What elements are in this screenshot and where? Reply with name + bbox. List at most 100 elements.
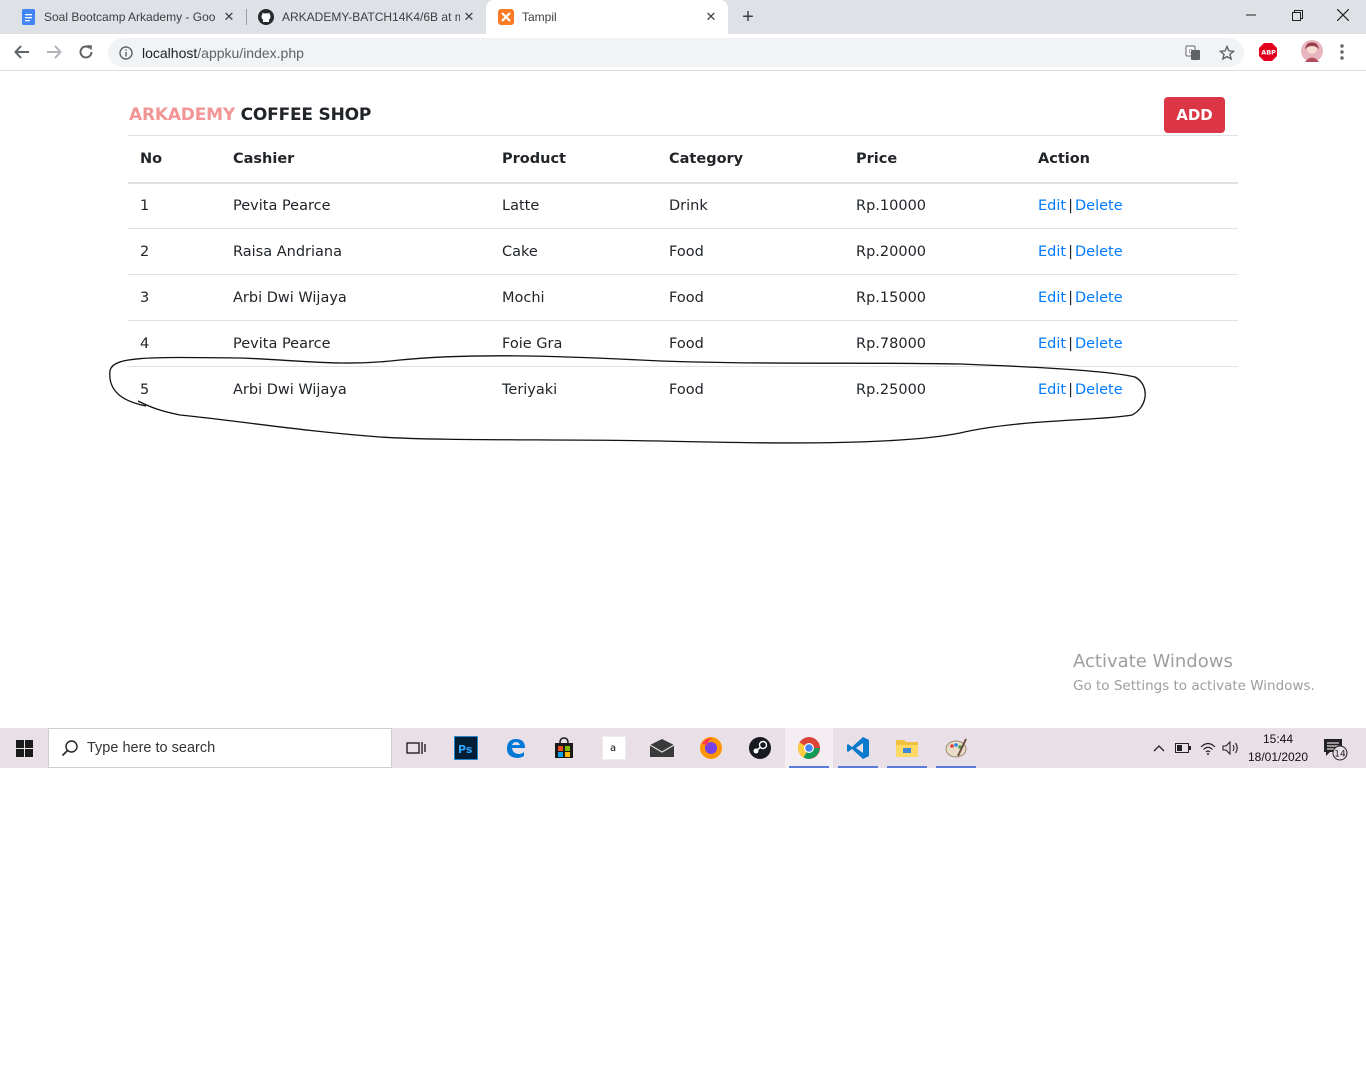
google-docs-icon [20,9,36,25]
store-icon[interactable] [540,728,588,768]
delete-link[interactable]: Delete [1075,336,1123,352]
show-hidden-icons-icon[interactable] [1150,728,1168,768]
navbar-brand[interactable]: ARKADEMY COFFEE SHOP [129,105,371,125]
column-header-no: No [128,135,221,184]
windows-start-icon[interactable] [0,728,48,768]
cell-product: Teriyaki [502,381,558,398]
activate-windows-watermark: Activate Windows Go to Settings to activ… [1073,651,1315,694]
photoshop-icon[interactable]: Ps [442,728,490,768]
cell-category: Food [657,274,844,321]
cell-no: 4 [128,320,221,367]
blank-area [0,768,1366,1082]
info-icon[interactable] [118,45,134,61]
amazon-icon[interactable]: a [590,728,638,768]
cell-action: Edit | Delete [1026,367,1238,413]
clock-date: 18/01/2020 [1247,750,1309,764]
cell-product: Latte [490,182,657,229]
cell-product: Cake [490,228,657,275]
forward-icon[interactable] [42,40,66,64]
steam-icon[interactable] [736,728,784,768]
delete-link[interactable]: Delete [1075,198,1123,214]
mail-icon[interactable] [638,728,686,768]
table-row: 3 Arbi Dwi Wijaya Mochi Food Rp.15000 Ed… [128,274,1238,321]
url-path: /appku/index.php [197,44,304,61]
cell-category: Drink [657,182,844,229]
tab-title: Tampil [522,10,557,24]
battery-icon[interactable] [1173,728,1193,768]
cell-action: Edit | Delete [1026,182,1238,229]
url-host: localhost [142,44,198,61]
profile-avatar-icon[interactable] [1301,40,1323,62]
file-explorer-icon[interactable] [883,728,931,768]
search-placeholder: Type here to search [87,740,216,756]
delete-link[interactable]: Delete [1075,244,1123,260]
delete-link[interactable]: Delete [1075,382,1123,398]
page-content: ARKADEMY COFFEE SHOP ADD No Cashier Prod… [0,71,1366,728]
column-header-price: Price [844,135,1026,184]
action-separator: | [1068,289,1073,306]
action-separator: | [1068,197,1073,214]
close-tab-icon[interactable]: ✕ [460,8,478,26]
close-tab-icon[interactable]: ✕ [702,8,720,26]
edit-link[interactable]: Edit [1038,244,1066,260]
table-row: 5 Arbi Dwi Wijaya Teriyaki Food Rp.25000… [128,367,1238,413]
edge-icon[interactable] [492,728,540,768]
svg-text:G: G [1189,49,1194,56]
minimize-icon[interactable] [1228,0,1274,30]
action-separator: | [1068,243,1073,260]
tab-github[interactable]: ARKADEMY-BATCH14K4/6B at m ✕ [238,0,486,34]
cell-cashier: Pevita Pearce [221,320,490,367]
notification-center-icon[interactable]: 14 [1318,736,1350,762]
column-header-category: Category [657,135,844,184]
firefox-icon[interactable] [687,728,735,768]
edit-link[interactable]: Edit [1038,290,1066,306]
github-icon [258,9,274,25]
url-text: localhost/appku/index.php [142,45,304,61]
back-icon[interactable] [10,40,34,64]
restore-icon[interactable] [1274,0,1320,30]
search-icon [61,740,78,757]
taskbar-clock[interactable]: 15:44 18/01/2020 [1240,730,1316,766]
table-row: 1 Pevita Pearce Latte Drink Rp.10000 Edi… [128,182,1238,229]
watermark-title: Activate Windows [1073,651,1233,672]
wifi-icon[interactable] [1198,728,1218,768]
watermark-subtitle: Go to Settings to activate Windows. [1073,678,1315,694]
cell-product: Foie Gra [490,320,657,367]
menu-dots-icon[interactable] [1336,42,1348,62]
cell-category: Food [657,228,844,275]
new-tab-button[interactable]: + [736,5,760,29]
clock-time: 15:44 [1262,732,1294,746]
cell-cashier: Arbi Dwi Wijaya [233,381,347,398]
taskbar-search-input[interactable]: Type here to search [48,728,392,768]
close-window-icon[interactable] [1320,0,1366,30]
paint-icon[interactable] [932,728,980,768]
star-icon[interactable] [1218,44,1236,62]
cell-cashier: Pevita Pearce [221,182,490,229]
cell-price: Rp.25000 [856,381,927,398]
task-view-icon[interactable] [392,728,440,768]
cell-price: Rp.20000 [844,228,1026,275]
address-bar[interactable]: localhost/appku/index.php G [108,38,1244,67]
vscode-icon[interactable] [834,728,882,768]
tab-title: ARKADEMY-BATCH14K4/6B at m [282,10,460,24]
cell-category: Food [669,381,704,398]
orders-table: No Cashier Product Category Price Action… [128,135,1238,413]
action-separator: | [1068,335,1073,352]
add-button[interactable]: ADD [1164,97,1225,133]
cell-action: Edit | Delete [1026,320,1238,367]
translate-icon[interactable]: G [1184,44,1202,62]
edit-link[interactable]: Edit [1038,382,1066,398]
delete-link[interactable]: Delete [1075,290,1123,306]
xampp-icon [498,9,514,25]
tab-tampil[interactable]: Tampil ✕ [486,0,728,34]
adblock-plus-icon[interactable]: ABP [1258,42,1278,62]
edit-link[interactable]: Edit [1038,198,1066,214]
volume-icon[interactable] [1220,728,1242,768]
close-tab-icon[interactable]: ✕ [220,8,238,26]
reload-icon[interactable] [74,40,98,64]
chrome-icon[interactable] [785,728,833,768]
edit-link[interactable]: Edit [1038,336,1066,352]
cell-product: Mochi [490,274,657,321]
table-row: 2 Raisa Andriana Cake Food Rp.20000 Edit… [128,228,1238,275]
tab-google-docs[interactable]: Soal Bootcamp Arkademy - Goo ✕ [0,0,246,34]
